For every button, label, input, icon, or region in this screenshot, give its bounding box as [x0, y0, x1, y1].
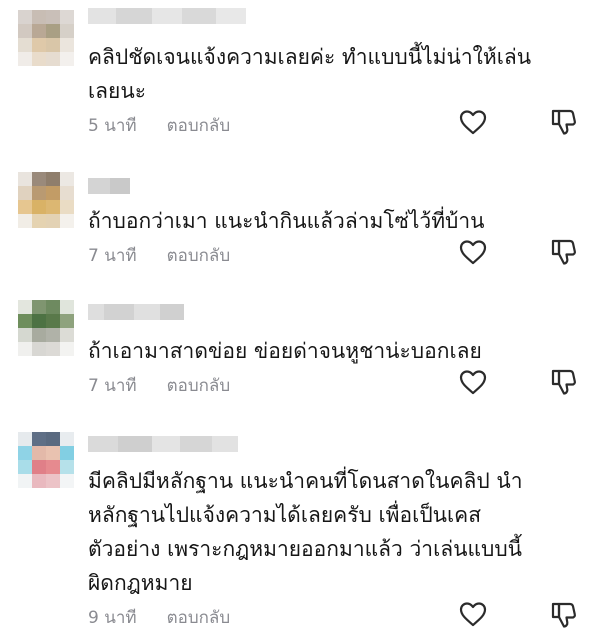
- avatar[interactable]: [18, 300, 74, 356]
- comment-time: 7 นาที: [88, 376, 137, 396]
- heart-icon[interactable]: [458, 108, 488, 136]
- comment-time: 9 นาที: [88, 608, 137, 628]
- comment-meta: 5 นาที ตอบกลับ: [88, 112, 230, 139]
- username-redacted[interactable]: [88, 304, 184, 320]
- avatar[interactable]: [18, 172, 74, 228]
- comment-meta: 7 นาที ตอบกลับ: [88, 372, 230, 399]
- comment-meta: 9 นาที ตอบกลับ: [88, 604, 230, 631]
- heart-icon[interactable]: [458, 600, 488, 628]
- thumbs-down-icon[interactable]: [548, 237, 578, 267]
- comment-time: 5 นาที: [88, 116, 137, 136]
- username-redacted[interactable]: [88, 178, 130, 194]
- reply-button[interactable]: ตอบกลับ: [167, 372, 231, 399]
- comment-text: ถ้าบอกว่าเมา แนะนำกินแล้วล่ามโซ่ไว้ที่บ้…: [88, 209, 485, 233]
- comment-text: คลิปชัดเจนแจ้งความเลยค่ะ ทำแบบนี้ไม่น่าใ…: [88, 45, 532, 103]
- avatar[interactable]: [18, 432, 74, 488]
- reply-button[interactable]: ตอบกลับ: [167, 242, 231, 269]
- comment-time: 7 นาที: [88, 246, 137, 266]
- comment-text: มีคลิปมีหลักฐาน แนะนำคนที่โดนสาดในคลิป น…: [88, 469, 523, 595]
- avatar[interactable]: [18, 10, 74, 66]
- reply-button[interactable]: ตอบกลับ: [167, 112, 231, 139]
- thumbs-down-icon[interactable]: [548, 107, 578, 137]
- reply-button[interactable]: ตอบกลับ: [167, 604, 231, 631]
- heart-icon[interactable]: [458, 368, 488, 396]
- comment-meta: 7 นาที ตอบกลับ: [88, 242, 230, 269]
- thumbs-down-icon[interactable]: [548, 367, 578, 397]
- username-redacted[interactable]: [88, 8, 246, 24]
- username-redacted[interactable]: [88, 436, 238, 452]
- comment-text: ถ้าเอามาสาดข่อย ข่อยด่าจนหูชาน่ะบอกเลย: [88, 339, 482, 363]
- heart-icon[interactable]: [458, 238, 488, 266]
- thumbs-down-icon[interactable]: [548, 600, 578, 630]
